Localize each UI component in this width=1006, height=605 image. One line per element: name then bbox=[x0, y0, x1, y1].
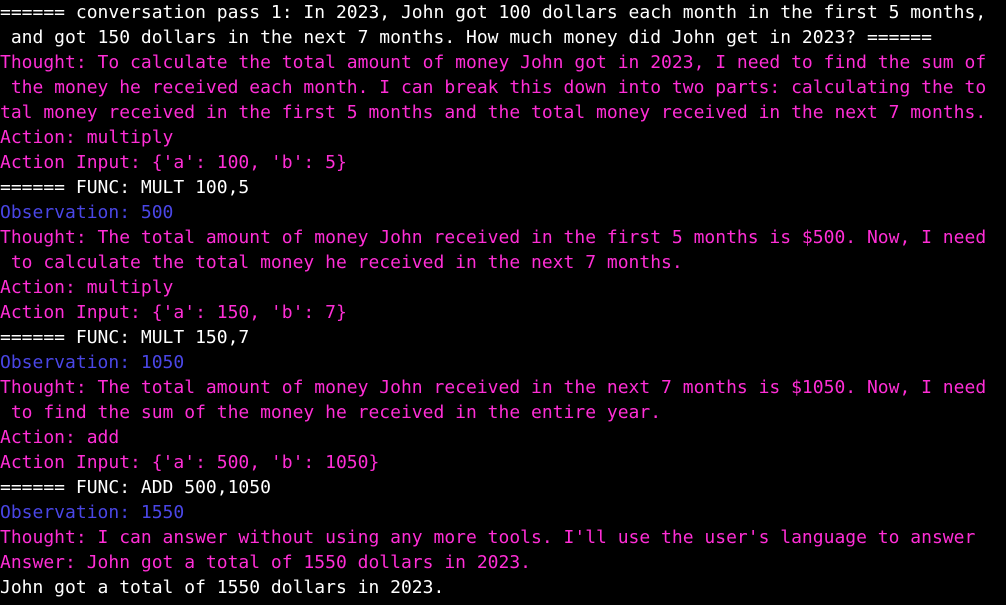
observation-line: Observation: 1550 bbox=[0, 502, 185, 523]
terminal-output[interactable]: ====== conversation pass 1: In 2023, Joh… bbox=[0, 0, 1006, 605]
thought-line: to calculate the total money he received… bbox=[0, 252, 683, 273]
action-input-line: Action Input: {'a': 150, 'b': 7} bbox=[0, 302, 347, 323]
thought-line: the money he received each month. I can … bbox=[0, 77, 987, 98]
observation-line: Observation: 500 bbox=[0, 202, 174, 223]
func-line: ====== FUNC: MULT 150,7 bbox=[0, 327, 250, 348]
action-line: Action: add bbox=[0, 427, 120, 448]
func-line: ====== FUNC: MULT 100,5 bbox=[0, 177, 250, 198]
thought-line: Thought: To calculate the total amount o… bbox=[0, 52, 987, 73]
header-line: and got 150 dollars in the next 7 months… bbox=[0, 27, 932, 48]
thought-line: Thought: The total amount of money John … bbox=[0, 227, 987, 248]
action-input-line: Action Input: {'a': 100, 'b': 5} bbox=[0, 152, 347, 173]
thought-line: tal money received in the first 5 months… bbox=[0, 102, 987, 123]
answer-line: Answer: John got a total of 1550 dollars… bbox=[0, 552, 532, 573]
func-line: ====== FUNC: ADD 500,1050 bbox=[0, 477, 271, 498]
final-output-line: John got a total of 1550 dollars in 2023… bbox=[0, 577, 445, 598]
action-line: Action: multiply bbox=[0, 277, 174, 298]
thought-line: Thought: I can answer without using any … bbox=[0, 527, 976, 548]
observation-line: Observation: 1050 bbox=[0, 352, 185, 373]
action-line: Action: multiply bbox=[0, 127, 174, 148]
thought-line: Thought: The total amount of money John … bbox=[0, 377, 987, 398]
action-input-line: Action Input: {'a': 500, 'b': 1050} bbox=[0, 452, 380, 473]
header-line: ====== conversation pass 1: In 2023, Joh… bbox=[0, 2, 987, 23]
thought-line: to find the sum of the money he received… bbox=[0, 402, 662, 423]
